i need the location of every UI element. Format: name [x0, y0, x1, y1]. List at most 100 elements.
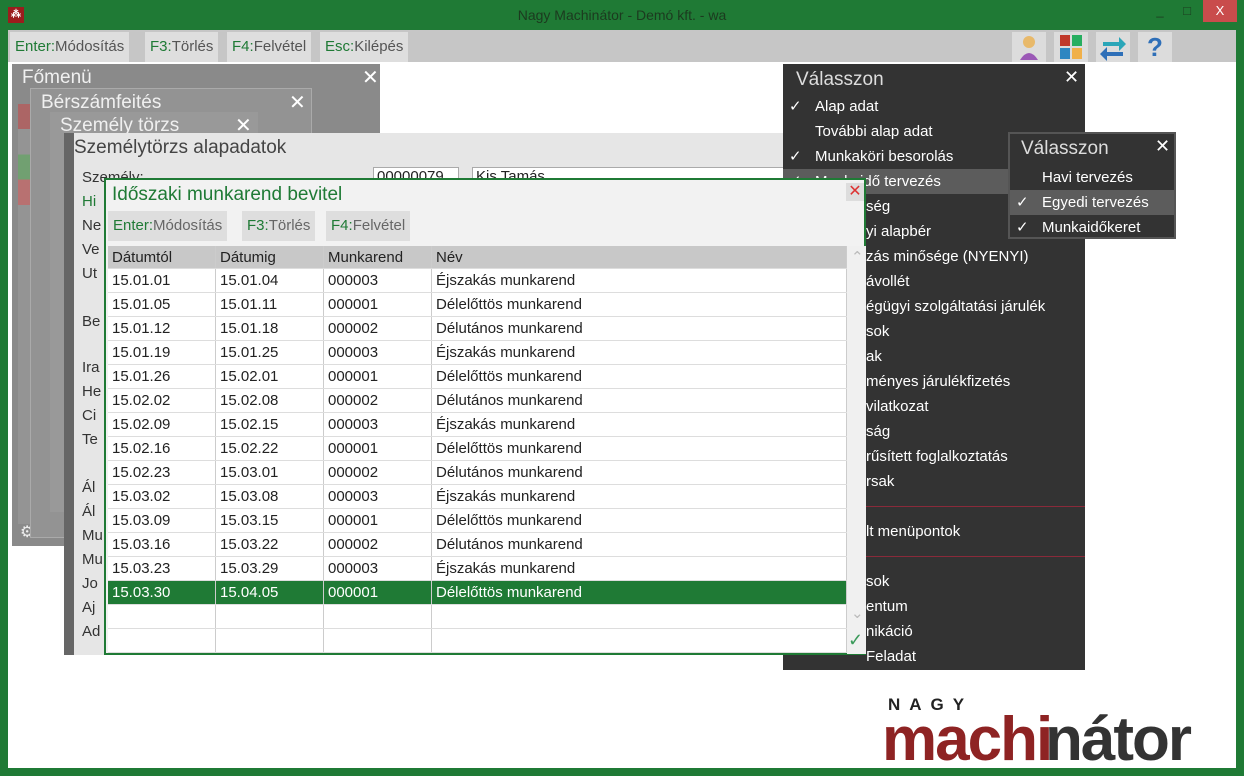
check-icon: ✓: [789, 148, 802, 165]
field-label: Ál: [82, 479, 96, 496]
table-row[interactable]: 15.01.26 15.02.01 000001 Délelőttös munkare…: [108, 365, 847, 389]
column-header[interactable]: Dátumig: [216, 246, 324, 268]
menu-item-label: ávollét: [866, 273, 910, 290]
scroll-down-icon[interactable]: ⌄: [851, 604, 864, 622]
submenu-item-label: Munkaidőkeret: [1042, 219, 1141, 236]
swap-arrows-icon[interactable]: [1096, 32, 1130, 62]
button-label: Módosítás: [55, 38, 125, 55]
table-cell: 15.04.05: [216, 581, 324, 604]
modify-button[interactable]: Enter:Módosítás: [10, 32, 130, 62]
delete-button[interactable]: F3:Törlés: [145, 32, 219, 62]
table-cell: 15.03.30: [108, 581, 216, 604]
table-row[interactable]: 15.03.02 15.03.08 000003 Éjszakás munkarend: [108, 485, 847, 509]
table-cell: 15.03.23: [108, 557, 216, 580]
check-icon: ✓: [1016, 194, 1029, 211]
table-row[interactable]: 15.02.02 15.02.08 000002 Délutános munkaren…: [108, 389, 847, 413]
table-row[interactable]: 15.02.16 15.02.22 000001 Délelőttös munkare…: [108, 437, 847, 461]
table-row[interactable]: 15.03.23 15.03.29 000003 Éjszakás munkarend: [108, 557, 847, 581]
help-icon[interactable]: ?: [1138, 32, 1172, 62]
table-cell: 15.02.23: [108, 461, 216, 484]
table-row[interactable]: 15.03.09 15.03.15 000001 Délelőttös munkare…: [108, 509, 847, 533]
table-cell: Délutános munkarend: [432, 461, 847, 484]
button-label: Kilépés: [354, 38, 404, 55]
close-window-button[interactable]: X: [1203, 0, 1237, 22]
submenu-item[interactable]: ✓ Egyedi tervezés: [1010, 190, 1174, 215]
table-row[interactable]: 15.03.30 15.04.05 000001 Délelőttös munkare…: [108, 581, 847, 605]
table-cell: 15.02.16: [108, 437, 216, 460]
table-row[interactable]: 15.02.09 15.02.15 000003 Éjszakás munkarend: [108, 413, 847, 437]
field-label: He: [82, 383, 102, 400]
table-cell: 15.02.22: [216, 437, 324, 460]
menu-item-label: entum: [866, 598, 908, 615]
key-label: F3:: [150, 38, 172, 55]
menu-item-label: rűsített foglalkoztatás: [866, 448, 1008, 465]
menu-item-label: yi alapbér: [866, 223, 932, 240]
table-cell: Délelőttös munkarend: [432, 509, 847, 532]
table-cell: 15.02.15: [216, 413, 324, 436]
table-row[interactable]: 15.01.01 15.01.04 000003 Éjszakás munkarend: [108, 269, 847, 293]
table-row[interactable]: 15.02.23 15.03.01 000002 Délutános munkaren…: [108, 461, 847, 485]
submenu-item[interactable]: Havi tervezés: [1010, 165, 1174, 190]
minimize-button[interactable]: _: [1145, 0, 1175, 22]
menu-item[interactable]: ✓ Alap adat: [783, 94, 1085, 119]
title-bar: ⁂ Nagy Machinátor - Demó kft. - wa _ □ X: [0, 0, 1244, 30]
field-label: Jo: [82, 575, 98, 592]
table-cell: 15.03.01: [216, 461, 324, 484]
exit-button[interactable]: Esc:Kilépés: [320, 32, 409, 62]
confirm-check-icon[interactable]: ✓: [848, 630, 863, 651]
field-label: Mu: [82, 551, 103, 568]
table-cell: 15.01.25: [216, 341, 324, 364]
table-cell: 000001: [324, 581, 432, 604]
table-cell: Délelőttös munkarend: [432, 365, 847, 388]
maximize-button[interactable]: □: [1172, 0, 1202, 22]
svg-text:nátor: nátor: [1045, 705, 1192, 768]
menu-item-label: További alap adat: [815, 123, 933, 140]
submenu-item-label: Egyedi tervezés: [1042, 194, 1149, 211]
table-cell: [108, 605, 216, 628]
delete-button[interactable]: F3:Törlés: [242, 211, 316, 241]
table-cell: 000002: [324, 389, 432, 412]
table-row[interactable]: 15.03.16 15.03.22 000002 Délutános munkaren…: [108, 533, 847, 557]
table-row[interactable]: 15.01.19 15.01.25 000003 Éjszakás munkarend: [108, 341, 847, 365]
table-cell: 15.01.01: [108, 269, 216, 292]
column-header[interactable]: Munkarend: [324, 246, 432, 268]
empty-row[interactable]: [108, 629, 847, 653]
modify-button[interactable]: Enter:Módosítás: [108, 211, 228, 241]
field-label: Te: [82, 431, 98, 448]
user-icon[interactable]: [1012, 32, 1046, 62]
key-label: Enter:: [15, 38, 56, 55]
close-icon[interactable]: ✕: [362, 65, 379, 90]
close-icon[interactable]: ✕: [1064, 67, 1079, 88]
table-cell: Éjszakás munkarend: [432, 557, 847, 580]
scrollbar[interactable]: ⌃ ⌄ ✓: [847, 246, 866, 654]
table-cell: 15.03.08: [216, 485, 324, 508]
scroll-up-icon[interactable]: ⌃: [851, 248, 864, 266]
close-icon[interactable]: ✕: [1155, 136, 1170, 157]
table-cell: Délutános munkarend: [432, 317, 847, 340]
close-icon[interactable]: ✕: [289, 90, 306, 115]
tiles-icon[interactable]: [1054, 32, 1088, 62]
close-icon[interactable]: ✕: [846, 183, 864, 201]
table-cell: 15.01.11: [216, 293, 324, 316]
table-cell: 15.02.08: [216, 389, 324, 412]
table-cell: 000002: [324, 461, 432, 484]
menu-item-label: zás minősége (NYENYI): [866, 248, 1029, 265]
table-row[interactable]: 15.01.05 15.01.11 000001 Délelőttös munkare…: [108, 293, 847, 317]
table-cell: [324, 629, 432, 652]
svg-text:machi: machi: [882, 705, 1051, 768]
column-header[interactable]: Dátumtól: [108, 246, 216, 268]
add-button[interactable]: F4:Felvétel: [326, 211, 411, 241]
dialog-title: Időszaki munkarend bevitel: [112, 184, 343, 205]
submenu-item[interactable]: ✓ Munkaidőkeret: [1010, 215, 1174, 240]
client-area: Enter:Módosítás F3:Törlés F4:Felvétel Es…: [8, 30, 1236, 774]
empty-row[interactable]: [108, 605, 847, 629]
menu-item-label: ság: [866, 423, 891, 440]
table-row[interactable]: 15.01.12 15.01.18 000002 Délutános munkaren…: [108, 317, 847, 341]
column-header[interactable]: Név: [432, 246, 847, 268]
field-label: Mu: [82, 527, 103, 544]
window-title: Nagy Machinátor - Demó kft. - wa: [517, 7, 727, 23]
add-button[interactable]: F4:Felvétel: [227, 32, 312, 62]
field-label: Ci: [82, 407, 97, 424]
field-label: Ad: [82, 623, 101, 640]
field-label: Ira: [82, 359, 100, 376]
